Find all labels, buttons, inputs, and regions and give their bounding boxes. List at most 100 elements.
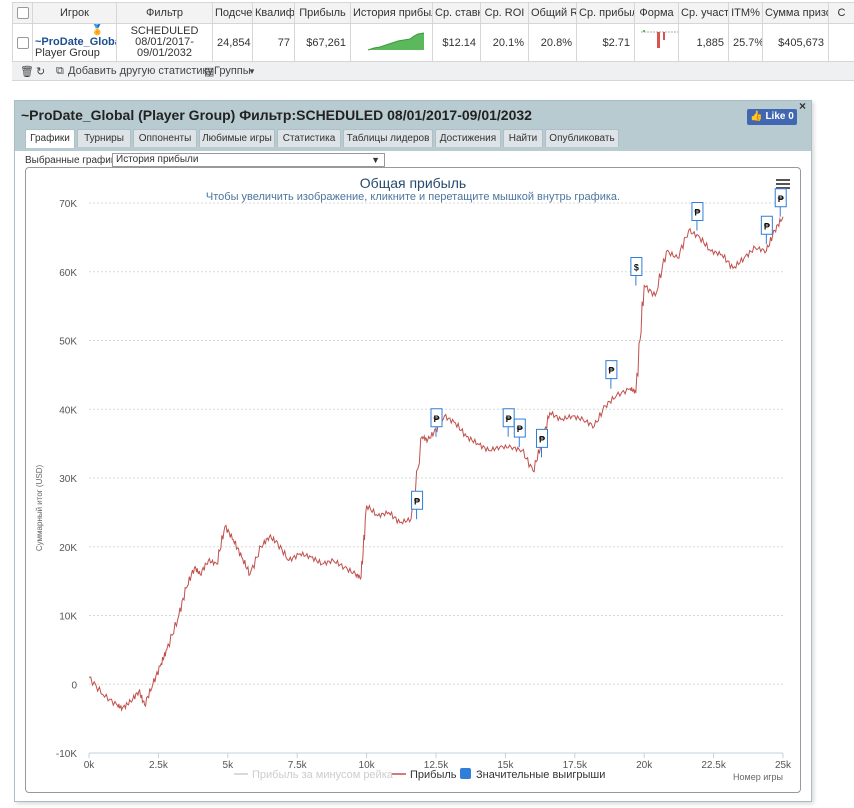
- close-icon[interactable]: ×: [799, 99, 806, 113]
- y-tick-label: 40K: [59, 405, 77, 416]
- legend: Прибыль за минусом рейка Прибыль Значите…: [234, 768, 605, 781]
- panel-title: ~ProDate_Global (Player Group) Фильтр:SC…: [21, 107, 532, 123]
- tab-statistics[interactable]: Статистика: [277, 129, 341, 147]
- profit-history-sparkline: [367, 32, 424, 51]
- add-stat-icon: ⧉: [56, 65, 64, 77]
- form-sparkline: [641, 30, 678, 48]
- x-axis-label: Номер игры: [733, 772, 783, 782]
- refresh-icon[interactable]: ↻: [36, 65, 45, 78]
- series-group: [88, 216, 784, 712]
- trash-icon[interactable]: 🗑: [20, 65, 34, 78]
- table-row: 🏅 ~ProDate_Globa Player Group SCHEDULED …: [12, 23, 854, 62]
- profit-chart[interactable]: Общая прибыль Чтобы увеличить изображени…: [26, 168, 800, 792]
- big-win-flag-label: ₱: [778, 194, 784, 204]
- tab-favorite-games[interactable]: Любимые игры: [199, 129, 275, 147]
- total-roi-cell: 20.8%: [528, 23, 577, 62]
- legend-label-big-wins: Значительные выигрыши: [476, 769, 605, 781]
- y-tick-label: 0: [71, 680, 77, 691]
- table-header-row: Игрок Фильтр Подсчет Квалифи Прибыль Ист…: [12, 2, 854, 24]
- chart-container[interactable]: Общая прибыль Чтобы увеличить изображени…: [25, 167, 801, 793]
- stats-table: Игрок Фильтр Подсчет Квалифи Прибыль Ист…: [12, 2, 854, 62]
- form-cell: [634, 23, 679, 62]
- col-header-filter[interactable]: Фильтр: [116, 2, 213, 24]
- grid: [89, 202, 783, 754]
- tab-find[interactable]: Найти: [503, 129, 543, 147]
- col-header-qualified[interactable]: Квалифи: [252, 2, 295, 24]
- col-header-form[interactable]: Форма: [634, 2, 679, 24]
- count-cell: 24,854: [212, 23, 253, 62]
- y-tick-label: 70K: [59, 199, 77, 210]
- col-header-profit-history[interactable]: История прибыли: [350, 2, 433, 24]
- col-header-avg-roi[interactable]: Ср. ROI: [480, 2, 529, 24]
- col-header-extra[interactable]: С: [828, 2, 854, 24]
- like-button[interactable]: 👍 Like 0: [747, 109, 797, 125]
- y-axis: -10K 0 10K 20K 30K 40K 50K 60K 70K: [56, 199, 78, 760]
- panel-header: ~ProDate_Global (Player Group) Фильтр:SC…: [15, 99, 811, 151]
- x-tick-label: 5k: [223, 760, 235, 771]
- y-tick-label: 20K: [59, 543, 77, 554]
- chevron-down-icon: ▼: [371, 155, 380, 165]
- chevron-down-icon[interactable]: ▼: [248, 67, 256, 76]
- big-win-flag-label: $: [634, 263, 639, 273]
- chart-title: Общая прибыль: [360, 175, 466, 191]
- chart-select[interactable]: История прибыли ▼: [112, 153, 385, 167]
- big-win-flag-label: ₱: [517, 424, 523, 434]
- x-tick-label: 2.5k: [149, 760, 169, 771]
- col-header-player[interactable]: Игрок: [32, 2, 117, 24]
- table-toolbar: 🗑 ↻ ⧉ Добавить другую статистику ▤ Групп…: [12, 62, 854, 81]
- col-header-avg-profit[interactable]: Ср. прибыль: [576, 2, 635, 24]
- col-header-profit[interactable]: Прибыль: [294, 2, 351, 24]
- tab-achievements[interactable]: Достижения: [435, 129, 501, 147]
- tab-leaderboards[interactable]: Таблицы лидеров: [343, 129, 433, 147]
- filter-cell: SCHEDULED 08/01/2017- 09/01/2032: [116, 23, 213, 62]
- col-header-count[interactable]: Подсчет: [212, 2, 253, 24]
- tab-publish[interactable]: Опубликовать: [545, 129, 619, 147]
- row-checkbox[interactable]: [17, 36, 29, 49]
- legend-item-big-wins[interactable]: Значительные выигрыши: [460, 768, 605, 781]
- big-win-flag-label: ₱: [694, 208, 700, 218]
- avg-entrants-cell: 1,885: [678, 23, 729, 62]
- x-tick-label: 20k: [636, 760, 653, 771]
- y-tick-label: 60K: [59, 268, 77, 279]
- big-win-flag-label: ₱: [608, 366, 614, 376]
- select-all-cell[interactable]: [12, 2, 33, 24]
- profit-history-cell: [350, 23, 433, 62]
- y-tick-label: 10K: [59, 612, 77, 623]
- y-tick-label: 50K: [59, 337, 77, 348]
- big-win-flag-label: ₱: [506, 414, 512, 424]
- player-cell[interactable]: 🏅 ~ProDate_Globa Player Group: [32, 23, 117, 62]
- chart-select-value: История прибыли: [116, 154, 199, 165]
- legend-item-profit[interactable]: Прибыль: [392, 769, 457, 781]
- profit-cell: $67,261: [294, 23, 351, 62]
- col-header-prize-sum[interactable]: Сумма призов: [762, 2, 829, 24]
- menu-icon[interactable]: [776, 179, 790, 189]
- legend-item-net-profit[interactable]: Прибыль за минусом рейка: [234, 769, 394, 781]
- groups-button[interactable]: Группы: [214, 65, 251, 77]
- x-tick-label: 25k: [775, 760, 792, 771]
- avg-roi-cell: 20.1%: [480, 23, 529, 62]
- add-stat-button[interactable]: Добавить другую статистику: [68, 65, 213, 77]
- big-win-flag-label: ₱: [414, 496, 420, 506]
- filter-line-3: 09/01/2032: [136, 47, 193, 59]
- row-select-cell[interactable]: [12, 23, 33, 62]
- like-label: Like 0: [765, 111, 794, 122]
- big-wins-markers: ₱ ₱ ₱ ₱ ₱ ₱ $ ₱ ₱ ₱: [411, 188, 787, 520]
- col-header-itm[interactable]: ITM%: [728, 2, 763, 24]
- big-win-flag-label: ₱: [539, 434, 545, 444]
- big-win-flag-label: ₱: [764, 221, 770, 231]
- y-tick-label: 30K: [59, 474, 77, 485]
- extra-cell: [828, 23, 854, 62]
- col-header-avg-entrants[interactable]: Ср. участ: [678, 2, 729, 24]
- select-all-checkbox[interactable]: [16, 7, 29, 20]
- player-name-link[interactable]: ~ProDate_Globa: [35, 36, 116, 48]
- y-axis-label: Суммарный итог (USD): [35, 465, 44, 552]
- tab-tournaments[interactable]: Турниры: [77, 129, 131, 147]
- x-tick-label: 22.5k: [701, 760, 726, 771]
- col-header-avg-stake[interactable]: Ср. ставка: [432, 2, 481, 24]
- y-tick-label: -10K: [56, 749, 77, 760]
- tab-opponents[interactable]: Оппоненты: [133, 129, 197, 147]
- tab-charts[interactable]: Графики: [25, 129, 75, 148]
- like-icon: 👍: [750, 111, 763, 122]
- col-header-total-roi[interactable]: Общий RO: [528, 2, 577, 24]
- qualified-cell: 77: [252, 23, 295, 62]
